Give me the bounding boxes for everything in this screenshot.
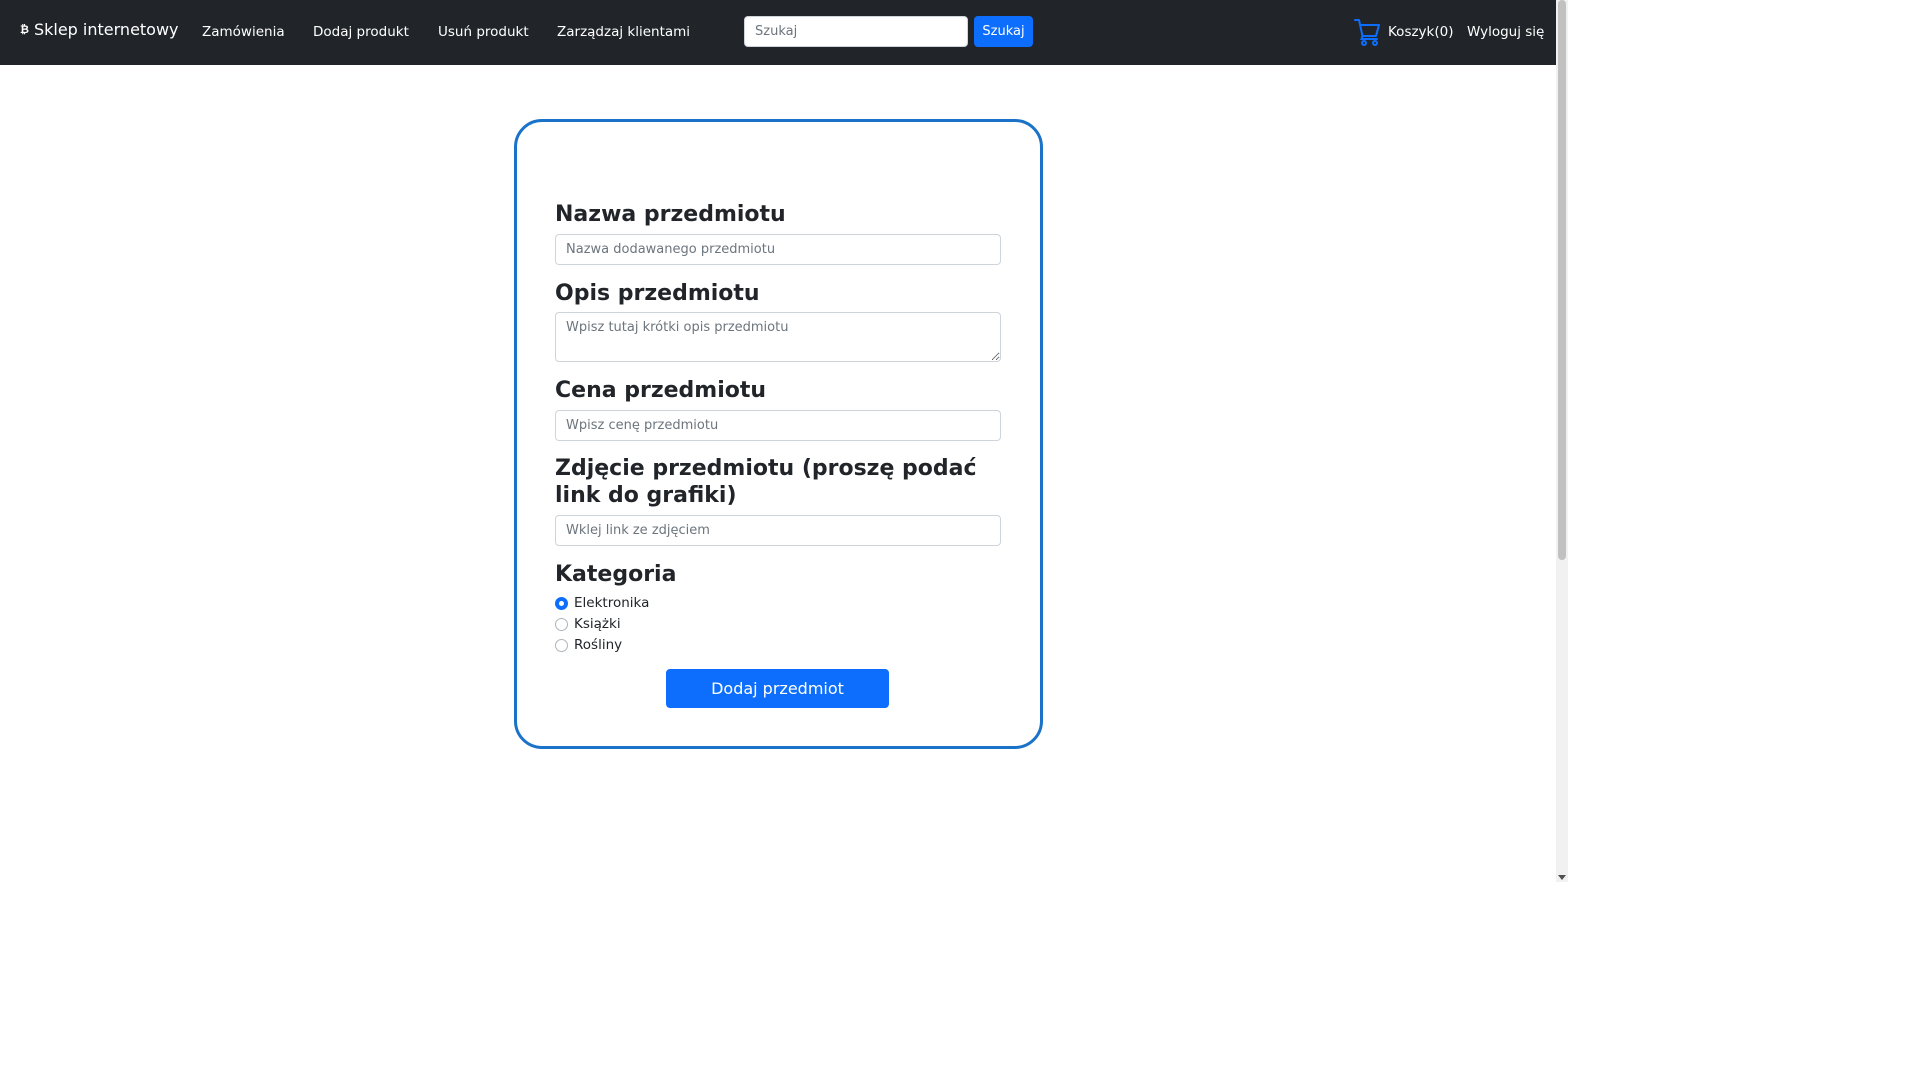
- bitcoin-icon: ₿: [20, 23, 29, 36]
- page-scrollbar[interactable]: [1556, 0, 1568, 882]
- image-link-input[interactable]: [555, 515, 1001, 546]
- cart-icon: [1354, 19, 1380, 46]
- nav-add-product-link[interactable]: Dodaj produkt: [313, 24, 409, 40]
- category-option-label: Elektronika: [574, 595, 650, 611]
- brand-name: Sklep internetowy: [33, 20, 179, 39]
- category-option-electronics[interactable]: Elektronika: [555, 595, 649, 611]
- logout-link[interactable]: Wyloguj się: [1467, 24, 1544, 40]
- brand-link[interactable]: ₿ Sklep internetowy: [20, 20, 179, 39]
- category-option-books[interactable]: Książki: [555, 616, 621, 632]
- price-label: Cena przedmiotu: [555, 378, 767, 403]
- radio-plants[interactable]: [555, 638, 568, 652]
- scrollbar-thumb[interactable]: [1558, 0, 1566, 560]
- description-textarea[interactable]: [555, 312, 1001, 362]
- scroll-down-arrow-icon[interactable]: [1558, 875, 1566, 880]
- cart-link[interactable]: Koszyk(0): [1354, 18, 1454, 46]
- category-option-label: Książki: [574, 616, 621, 632]
- name-label: Nazwa przedmiotu: [555, 202, 786, 227]
- nav-manage-clients-link[interactable]: Zarządzaj klientami: [557, 24, 690, 40]
- search-input[interactable]: [744, 16, 968, 47]
- nav-remove-product-link[interactable]: Usuń produkt: [438, 24, 529, 40]
- category-label: Kategoria: [555, 562, 677, 587]
- category-option-plants[interactable]: Rośliny: [555, 637, 622, 653]
- search-button[interactable]: Szukaj: [974, 16, 1033, 47]
- add-item-button[interactable]: Dodaj przedmiot: [666, 669, 889, 708]
- price-input[interactable]: [555, 410, 1001, 441]
- radio-electronics[interactable]: [555, 596, 568, 610]
- top-navbar: ₿ Sklep internetowy Zamówienia Dodaj pro…: [0, 0, 1556, 65]
- radio-books[interactable]: [555, 617, 568, 631]
- description-label: Opis przedmiotu: [555, 281, 760, 306]
- cart-label: Koszyk(0): [1388, 24, 1454, 40]
- name-input[interactable]: [555, 234, 1001, 265]
- image-label: Zdjęcie przedmiotu (proszę podać link do…: [555, 456, 977, 508]
- category-option-label: Rośliny: [574, 637, 623, 653]
- nav-orders-link[interactable]: Zamówienia: [202, 24, 285, 40]
